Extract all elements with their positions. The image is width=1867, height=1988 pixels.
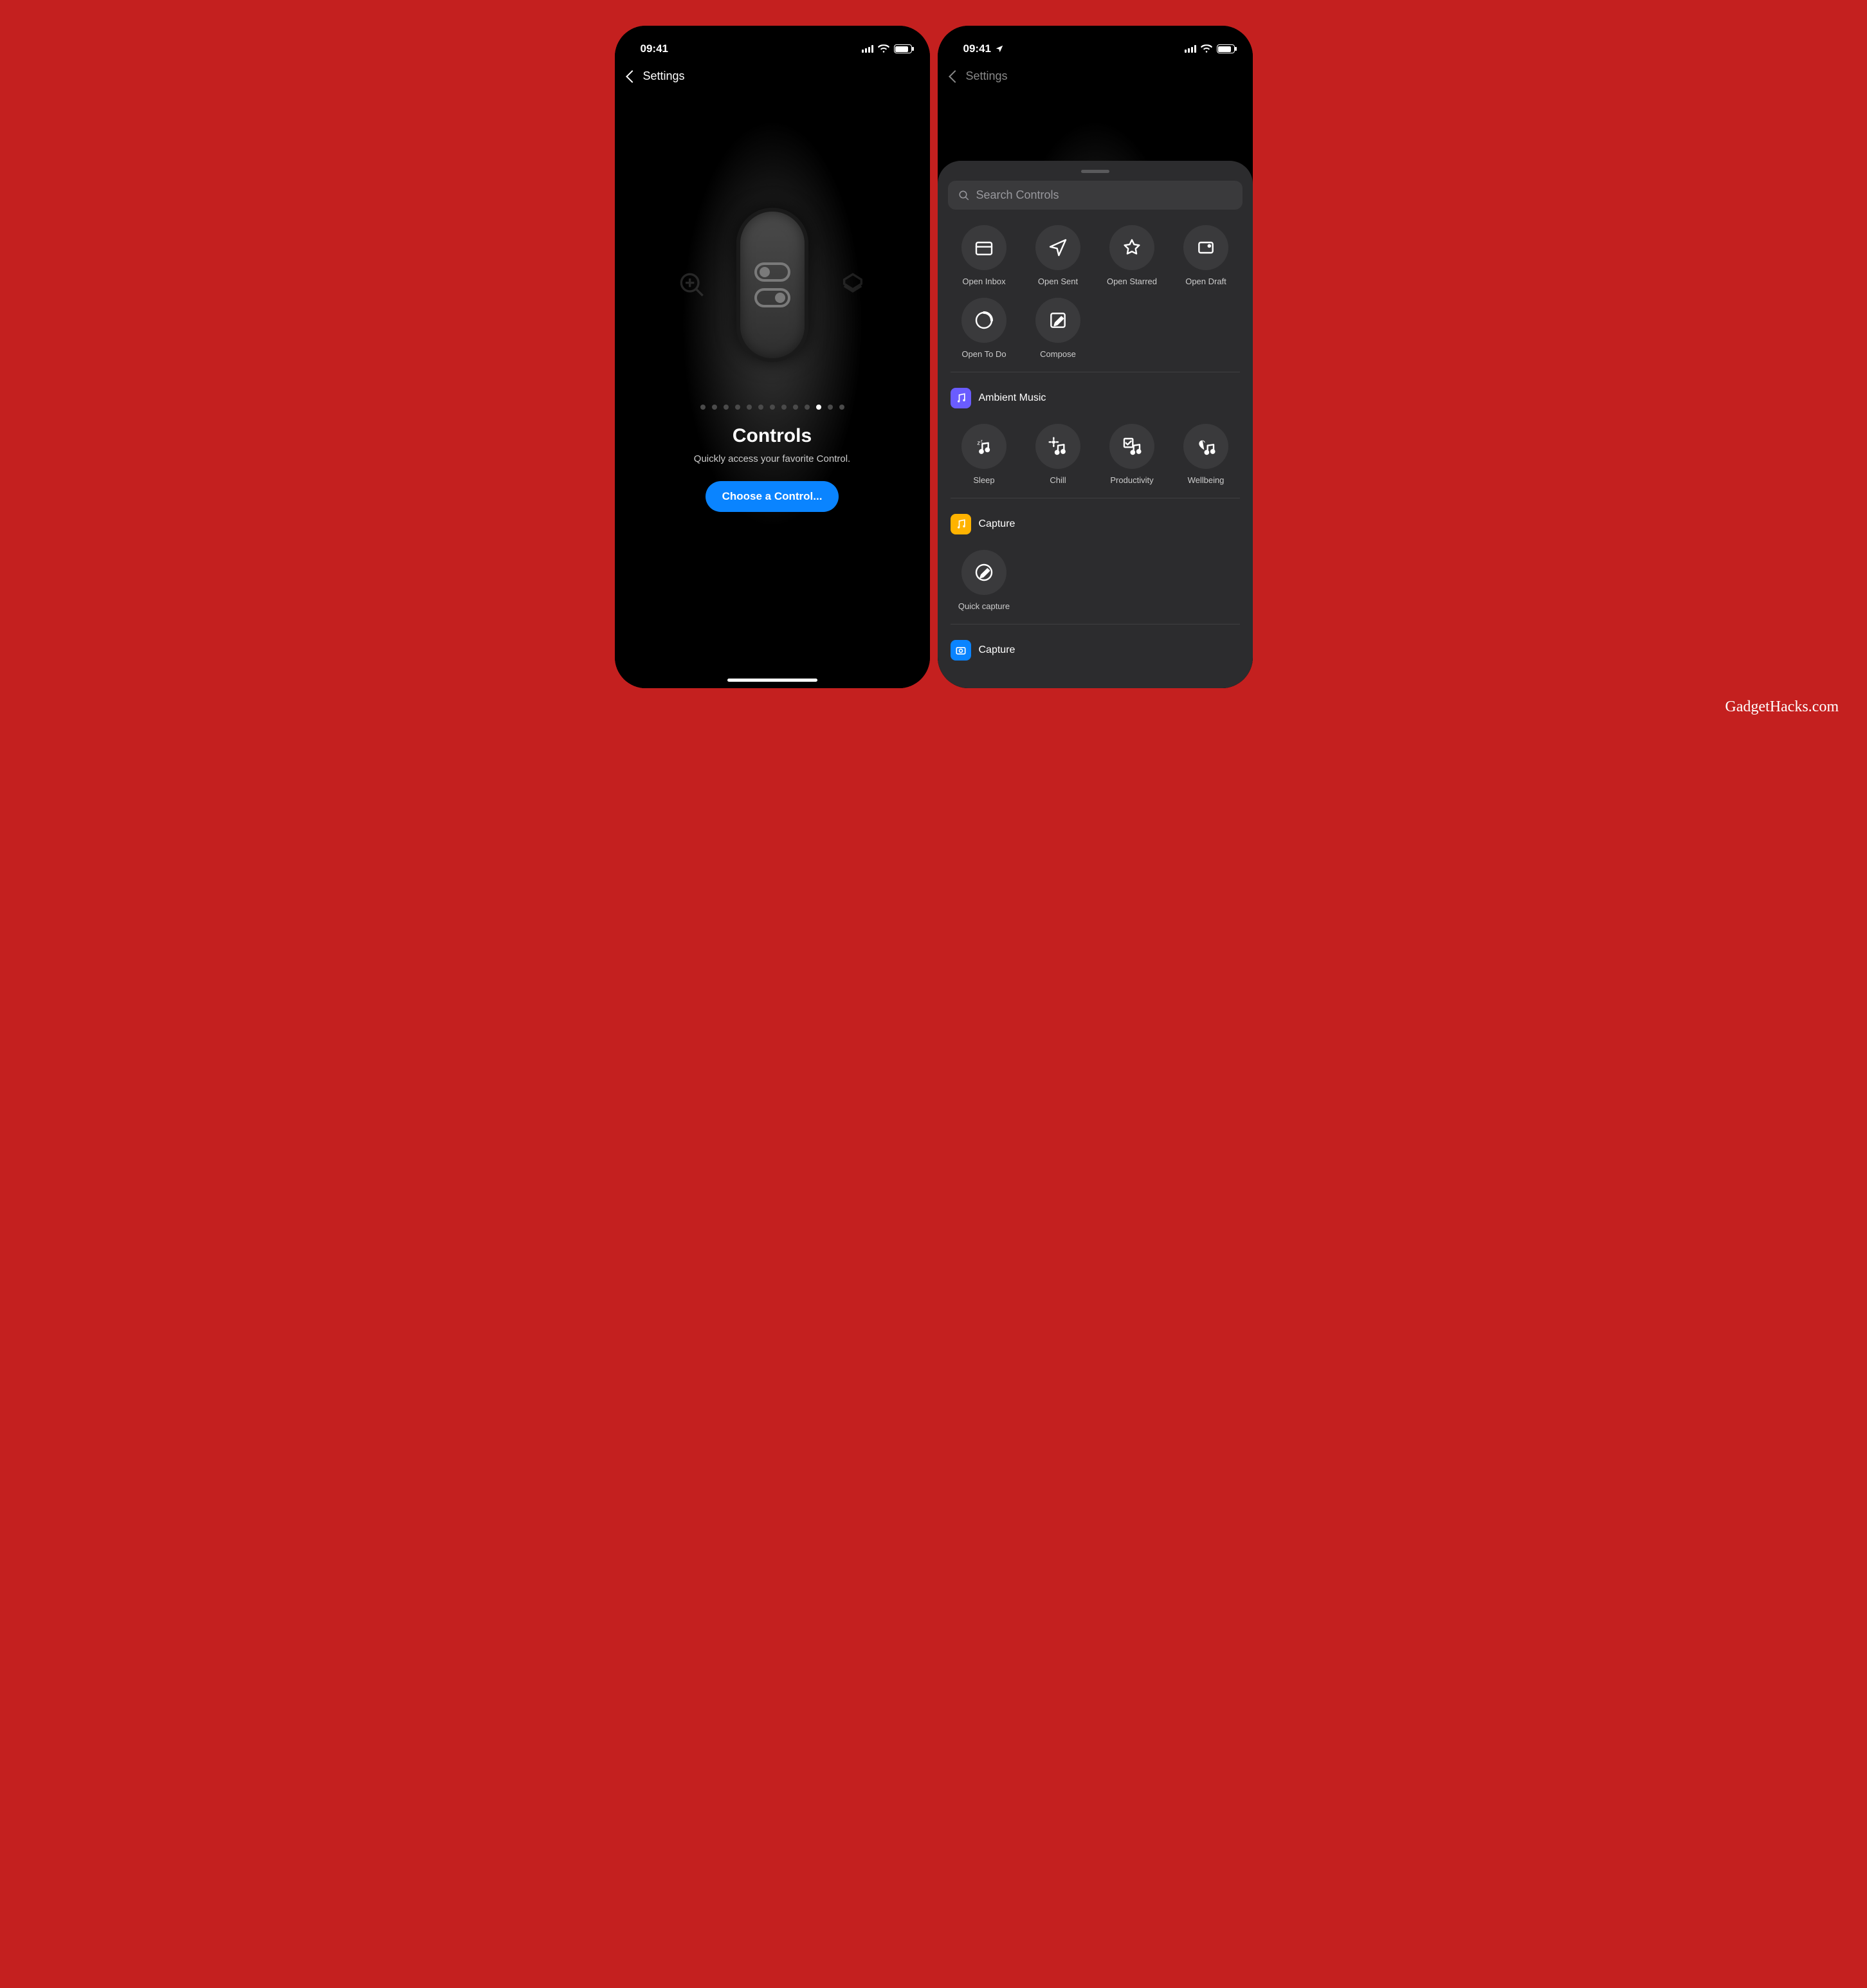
battery-icon (894, 44, 912, 53)
control-option[interactable]: Open To Do (951, 298, 1018, 359)
status-time: 09:41 (963, 42, 991, 55)
page-dot[interactable] (793, 405, 798, 410)
status-bar: 09:41 (615, 26, 930, 60)
control-label: Quick capture (958, 601, 1010, 611)
page-dot[interactable] (770, 405, 775, 410)
cellular-icon (862, 45, 873, 53)
status-bar: 09:41 (938, 26, 1253, 60)
page-dot[interactable] (781, 405, 787, 410)
action-button-preview (677, 208, 868, 362)
section-header: Ambient Music (951, 388, 1240, 408)
control-label: Open To Do (961, 349, 1006, 359)
status-time: 09:41 (641, 42, 668, 55)
compose-icon (1035, 298, 1080, 343)
controls-sheet: Search Controls Open InboxOpen SentOpen … (938, 161, 1253, 688)
timer-icon (961, 298, 1006, 343)
control-label: Open Draft (1185, 277, 1226, 286)
wifi-icon (878, 44, 889, 53)
back-nav[interactable]: Settings (938, 60, 1253, 92)
chevron-back-icon (626, 70, 639, 83)
wellbeing_music-icon (1183, 424, 1228, 469)
page-dot[interactable] (805, 405, 810, 410)
folder-icon (961, 225, 1006, 270)
back-nav[interactable]: Settings (615, 60, 930, 92)
page-dot[interactable] (735, 405, 740, 410)
control-label: Sleep (973, 475, 994, 485)
search-placeholder: Search Controls (976, 188, 1059, 202)
control-label: Open Inbox (962, 277, 1005, 286)
draft-icon (1183, 225, 1228, 270)
control-option[interactable]: Open Draft (1172, 225, 1240, 286)
top-actions-grid: Open Inbox Open Sent Open Starred Open Draf… (948, 225, 1243, 359)
page-dot[interactable] (700, 405, 706, 410)
svg-text:z: z (977, 439, 980, 446)
zoom-icon (677, 270, 707, 300)
section-grid: Quick capture (948, 550, 1243, 611)
watermark: GadgetHacks.com (1725, 698, 1839, 716)
divider (951, 624, 1240, 625)
sheet-grabber[interactable] (1081, 170, 1109, 173)
page-dot[interactable] (828, 405, 833, 410)
page-dot[interactable] (758, 405, 763, 410)
section-header: Capture (951, 514, 1240, 534)
control-label: Open Sent (1038, 277, 1078, 286)
wifi-icon (1201, 44, 1212, 53)
productivity_music-icon (1109, 424, 1154, 469)
phone-left: 09:41 Settings Controls Quickly access y… (615, 26, 930, 688)
battery-icon (1217, 44, 1235, 53)
choose-control-button[interactable]: Choose a Control... (706, 481, 839, 512)
sleep_music-icon: zz (961, 424, 1006, 469)
action-button-hardware (736, 208, 808, 362)
page-title: Controls (733, 425, 812, 447)
shortcuts-icon (838, 270, 868, 300)
control-label: Chill (1050, 475, 1066, 485)
search-input[interactable]: Search Controls (948, 181, 1243, 210)
search-icon (958, 190, 970, 201)
chevron-back-icon (949, 70, 961, 83)
control-option[interactable]: Open Starred (1098, 225, 1166, 286)
app-icon (951, 640, 971, 661)
back-label: Settings (643, 69, 685, 83)
control-option[interactable]: Chill (1025, 424, 1092, 485)
control-option[interactable]: Open Sent (1025, 225, 1092, 286)
star-icon (1109, 225, 1154, 270)
section-header: Capture (951, 640, 1240, 661)
section-title: Capture (979, 518, 1015, 530)
control-option[interactable]: Quick capture (951, 550, 1018, 611)
svg-text:z: z (981, 439, 983, 443)
location-icon (995, 44, 1004, 53)
page-dot[interactable] (724, 405, 729, 410)
app-icon (951, 388, 971, 408)
control-option[interactable]: Productivity (1098, 424, 1166, 485)
control-option[interactable]: Wellbeing (1172, 424, 1240, 485)
page-dot[interactable] (712, 405, 717, 410)
app-icon (951, 514, 971, 534)
control-option[interactable]: Open Inbox (951, 225, 1018, 286)
phone-right: 09:41 Settings Search Controls Open Inbo… (938, 26, 1253, 688)
toggle-off-icon (754, 262, 790, 282)
page-dots[interactable] (700, 405, 844, 410)
send-icon (1035, 225, 1080, 270)
section-grid: zz Sleep Chill Productivity Wellbeing (948, 424, 1243, 485)
page-dot[interactable] (747, 405, 752, 410)
control-label: Wellbeing (1188, 475, 1225, 485)
control-option[interactable]: Compose (1025, 298, 1092, 359)
back-label: Settings (966, 69, 1008, 83)
control-label: Productivity (1110, 475, 1153, 485)
section-title: Capture (979, 644, 1015, 656)
page-dot[interactable] (816, 405, 821, 410)
page-subtitle: Quickly access your favorite Control. (694, 453, 850, 464)
quick_capture-icon (961, 550, 1006, 595)
control-label: Open Starred (1107, 277, 1157, 286)
page-dot[interactable] (839, 405, 844, 410)
toggle-on-icon (754, 288, 790, 307)
section-title: Ambient Music (979, 392, 1046, 404)
control-label: Compose (1040, 349, 1076, 359)
chill_music-icon (1035, 424, 1080, 469)
control-option[interactable]: zz Sleep (951, 424, 1018, 485)
cellular-icon (1185, 45, 1196, 53)
